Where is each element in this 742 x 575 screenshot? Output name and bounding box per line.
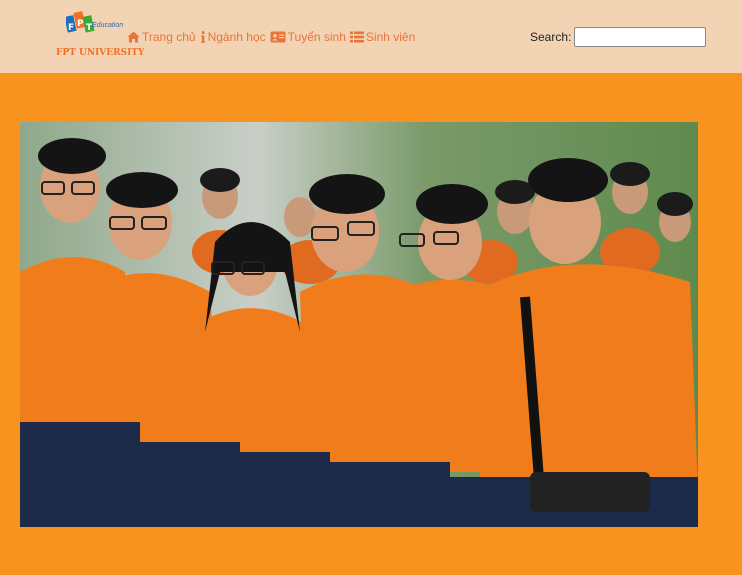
svg-text:F: F	[68, 23, 74, 33]
site-header: F P T Education FPT UNIVERSITY Trang chủ…	[0, 0, 742, 73]
logo-education-text: Education	[92, 22, 124, 29]
nav-label-sinh-vien: Sinh viên	[365, 30, 416, 44]
search-input[interactable]	[574, 27, 707, 47]
nav-item-nganh-hoc[interactable]: Ngành học	[200, 30, 266, 44]
nav-label-nganh-hoc: Ngành học	[207, 30, 266, 44]
home-icon	[127, 31, 140, 43]
main-nav: Trang chủ Ngành học Tuyển sinh Sinh viên	[127, 28, 415, 46]
info-icon	[200, 31, 205, 43]
nav-label-trang-chu: Trang chủ	[142, 30, 196, 44]
nav-item-trang-chu[interactable]: Trang chủ	[127, 30, 196, 44]
id-card-icon	[270, 31, 286, 43]
search-box: Search:	[530, 27, 707, 47]
nav-item-sinh-vien[interactable]: Sinh viên	[349, 30, 416, 44]
hero-photo-illustration	[20, 122, 698, 527]
list-icon	[349, 31, 364, 43]
logo-university-name: FPT UNIVERSITY	[56, 48, 145, 58]
search-label: Search:	[530, 30, 572, 44]
nav-item-tuyen-sinh[interactable]: Tuyển sinh	[270, 30, 346, 44]
hero-student-group-photo	[20, 122, 698, 527]
nav-label-tuyen-sinh: Tuyển sinh	[287, 30, 346, 44]
svg-text:P: P	[77, 19, 84, 29]
fpt-university-logo[interactable]: F P T Education FPT UNIVERSITY	[56, 10, 145, 62]
